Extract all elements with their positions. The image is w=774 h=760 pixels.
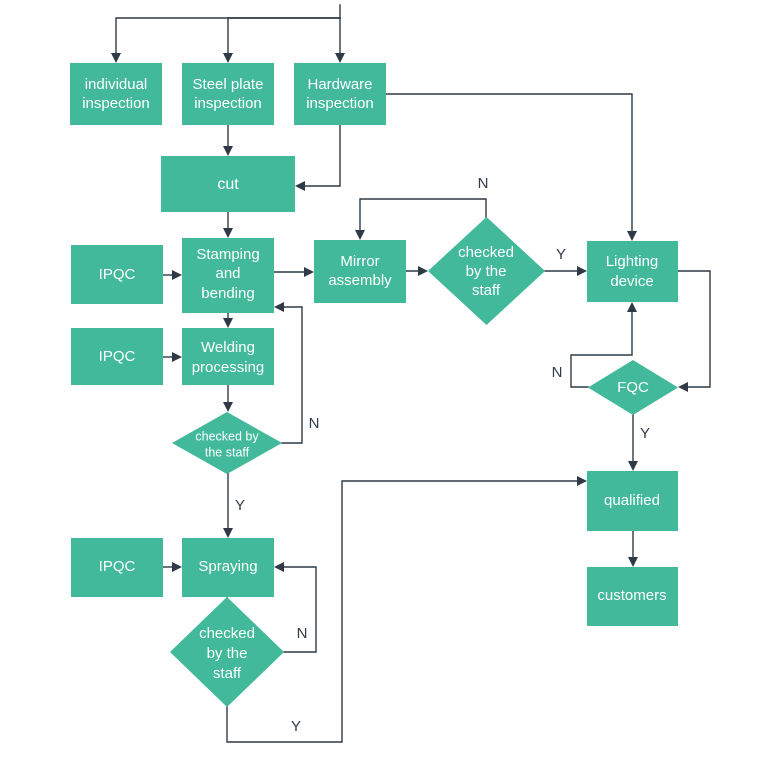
node-shape-diamond: [170, 597, 284, 707]
arrow-head: [223, 402, 233, 412]
arrow-head: [418, 266, 428, 276]
flowchart-canvas: individual inspection Steel plate inspec…: [0, 0, 774, 760]
arrow-head: [111, 53, 121, 63]
arrow-head: [355, 230, 365, 240]
arrow-head: [628, 557, 638, 567]
edge-check-welding-no: [274, 302, 303, 444]
node-checked-by-staff-welding[interactable]: checked by the staff: [172, 412, 282, 474]
node-shape-diamond: [588, 360, 678, 415]
node-shape-rect: [70, 63, 162, 125]
node-lighting-device[interactable]: Lighting device: [587, 241, 678, 302]
node-fqc[interactable]: FQC: [588, 360, 678, 415]
edge-label-n-mirror: N: [478, 175, 489, 192]
node-individual-inspection[interactable]: individual inspection: [70, 63, 162, 125]
edge-fqc-yes: [628, 414, 638, 471]
edge-label-y-fqc: Y: [640, 425, 650, 442]
edge-hardware-to-cut: [295, 124, 341, 191]
arrow-head: [678, 382, 688, 392]
node-checked-by-staff-mirror[interactable]: checked by the staff: [428, 217, 545, 325]
node-stamping-and-bending[interactable]: Stamping and bending: [182, 238, 274, 313]
edge-steel-plate-to-cut: [223, 124, 233, 156]
arrow-head: [274, 302, 284, 312]
arrow-head: [295, 181, 305, 191]
node-qualified[interactable]: qualified: [587, 471, 678, 531]
node-shape-diamond: [172, 412, 282, 474]
edge-label-n-spraying: N: [297, 625, 308, 642]
edge-label-y-spraying: Y: [291, 718, 301, 735]
node-welding-processing[interactable]: Welding processing: [182, 328, 274, 385]
node-shape-rect: [71, 245, 163, 304]
arrow-head: [223, 318, 233, 328]
node-ipqc-welding[interactable]: IPQC: [71, 328, 163, 385]
node-checked-by-staff-spraying[interactable]: checked by the staff: [170, 597, 284, 707]
node-shape-rect: [314, 240, 406, 303]
node-shape-rect: [71, 328, 163, 385]
edge-label-n-welding: N: [309, 415, 320, 432]
edge-check-spraying-no: [274, 562, 317, 653]
edge-welding-to-check: [223, 384, 233, 412]
edge-stamping-to-mirror-assembly: [273, 267, 314, 277]
node-shape-rect: [161, 156, 295, 212]
node-ipqc-spraying[interactable]: IPQC: [71, 538, 163, 597]
edge-check-mirror-no: [355, 198, 487, 240]
edge-label-n-fqc: N: [552, 364, 563, 381]
arrow-head: [223, 53, 233, 63]
arrow-head: [627, 302, 637, 312]
arrow-head: [335, 53, 345, 63]
arrow-head: [223, 528, 233, 538]
edge-ipqc-to-welding: [162, 352, 182, 362]
node-hardware-inspection[interactable]: Hardware inspection: [294, 63, 386, 125]
edge-check-spraying-yes: [226, 476, 587, 743]
arrow-head: [577, 266, 587, 276]
edge-check-welding-yes: [223, 472, 233, 538]
arrow-head: [304, 267, 314, 277]
flowchart-svg: individual inspection Steel plate inspec…: [70, 4, 711, 743]
node-steel-plate-inspection[interactable]: Steel plate inspection: [182, 63, 274, 125]
arrow-head: [172, 270, 182, 280]
node-shape-rect: [587, 241, 678, 302]
edge-mirror-to-check: [405, 266, 428, 276]
node-shape-diamond: [428, 217, 545, 325]
node-shape-rect: [587, 567, 678, 626]
edge-check-mirror-yes: [544, 266, 587, 276]
node-shape-rect: [294, 63, 386, 125]
nodes-layer: individual inspection Steel plate inspec…: [70, 63, 678, 707]
node-shape-rect: [182, 538, 274, 597]
edge-ipqc-to-stamping: [162, 270, 182, 280]
node-mirror-assembly[interactable]: Mirror assembly: [314, 240, 406, 303]
node-customers[interactable]: customers: [587, 567, 678, 626]
arrow-head: [223, 228, 233, 238]
arrow-head: [172, 562, 182, 572]
edge-label-y-welding: Y: [235, 497, 245, 514]
arrow-head: [628, 461, 638, 471]
node-cut[interactable]: cut: [161, 156, 295, 212]
arrow-head: [627, 231, 637, 241]
edge-lighting-to-fqc: [677, 270, 711, 392]
node-shape-rect: [182, 328, 274, 385]
edge-label-y-mirror: Y: [556, 246, 566, 263]
node-shape-rect: [587, 471, 678, 531]
arrow-head: [172, 352, 182, 362]
edge-cut-to-stamping: [223, 211, 233, 238]
node-ipqc-stamping[interactable]: IPQC: [71, 245, 163, 304]
edge-ipqc-to-spraying: [162, 562, 182, 572]
arrow-head: [223, 146, 233, 156]
edge-trunk-distribution: [111, 4, 345, 63]
node-shape-rect: [182, 238, 274, 313]
edge-stamping-to-welding: [223, 312, 233, 328]
arrow-head: [577, 476, 587, 486]
edge-hardware-to-lighting-device: [385, 93, 637, 241]
node-shape-rect: [71, 538, 163, 597]
node-spraying[interactable]: Spraying: [182, 538, 274, 597]
arrow-head: [274, 562, 284, 572]
edge-qualified-to-customers: [628, 530, 638, 567]
node-shape-rect: [182, 63, 274, 125]
